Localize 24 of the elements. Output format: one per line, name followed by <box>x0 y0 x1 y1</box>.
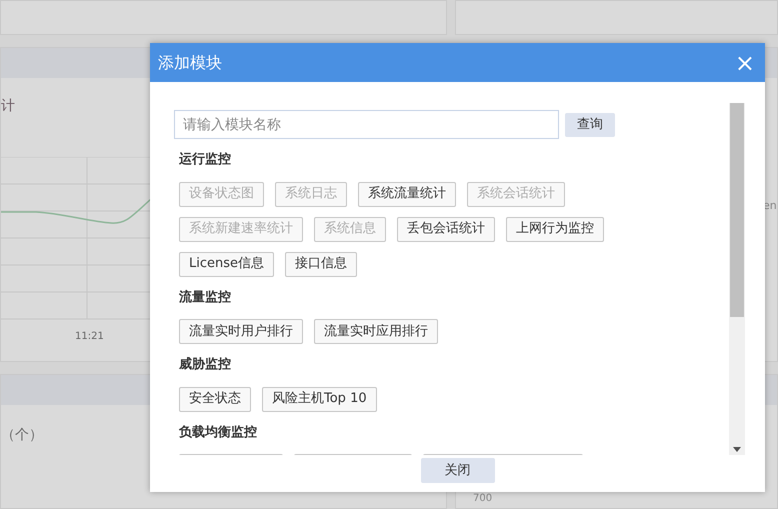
module-button[interactable]: 接口信息 <box>285 252 358 276</box>
module-button[interactable]: 风险主机Top 10 <box>262 386 377 412</box>
module-button[interactable]: 安全状态 <box>179 386 251 412</box>
module-button[interactable]: 系统流量统计 <box>358 182 456 206</box>
module-button[interactable]: License信息 <box>179 252 274 276</box>
section-heading: 威胁监控 <box>179 356 232 374</box>
section-heading: 运行监控 <box>179 151 232 169</box>
module-button[interactable]: 流量实时应用排行 <box>314 319 438 344</box>
panel-title: （个） <box>1 426 43 445</box>
axis-label: 11:21 <box>75 330 104 344</box>
scroll-thumb[interactable] <box>730 103 744 316</box>
search-field[interactable]: 请输入模块名称 <box>174 110 559 139</box>
panel-title: 计 <box>1 97 15 116</box>
module-button[interactable]: 丢包会话统计 <box>397 216 495 242</box>
module-button[interactable]: 上网行为监控 <box>506 216 604 242</box>
section-heading: 流量监控 <box>179 288 232 306</box>
module-button[interactable]: 流量实时用户排行 <box>179 319 303 344</box>
section-heading: 负载均衡监控 <box>179 424 258 442</box>
scroll-down-icon[interactable] <box>733 447 741 452</box>
scrollbar[interactable] <box>729 103 745 455</box>
close-button[interactable]: 关闭 <box>420 458 494 483</box>
axis-label: 700 <box>473 492 494 506</box>
dialog-title: 添加模块 <box>158 52 222 74</box>
search-button[interactable]: 查询 <box>565 112 615 136</box>
